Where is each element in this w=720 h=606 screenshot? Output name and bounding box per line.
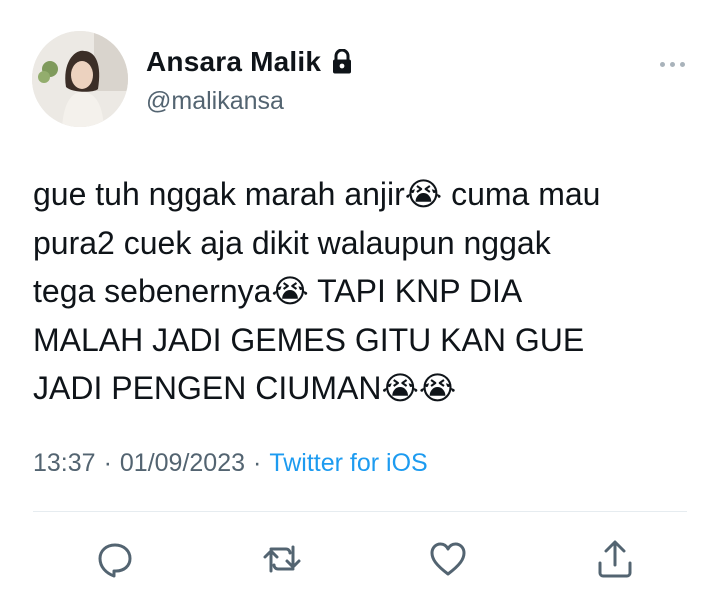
reply-icon [98,543,132,578]
meta-separator: · [103,449,112,477]
avatar-photo [32,31,128,127]
user-handle[interactable]: @malikansa [146,87,284,116]
tweet-text: gue tuh nggak marah anjir😭 cuma mau pura… [33,176,601,406]
reply-button[interactable] [95,537,135,581]
share-icon [598,540,632,578]
more-options-icon[interactable] [660,54,692,74]
like-button[interactable] [428,537,468,581]
retweet-button[interactable] [262,537,302,581]
meta-separator: · [253,449,262,477]
like-icon [430,542,466,576]
user-name[interactable]: Ansara Malik [146,46,321,78]
tweet-date: 01/09/2023 [119,449,246,477]
avatar[interactable] [32,31,128,127]
retweet-icon [263,545,301,573]
tweet-time: 13:37 [33,449,96,477]
tweet-meta: 13:37 · 01/09/2023 · Twitter for iOS [33,449,428,478]
user-name-row: Ansara Malik [146,46,353,78]
action-bar [95,537,635,581]
divider [33,511,687,512]
tweet-source-link[interactable]: Twitter for iOS [269,449,427,478]
share-button[interactable] [595,537,635,581]
lock-icon [331,48,353,75]
